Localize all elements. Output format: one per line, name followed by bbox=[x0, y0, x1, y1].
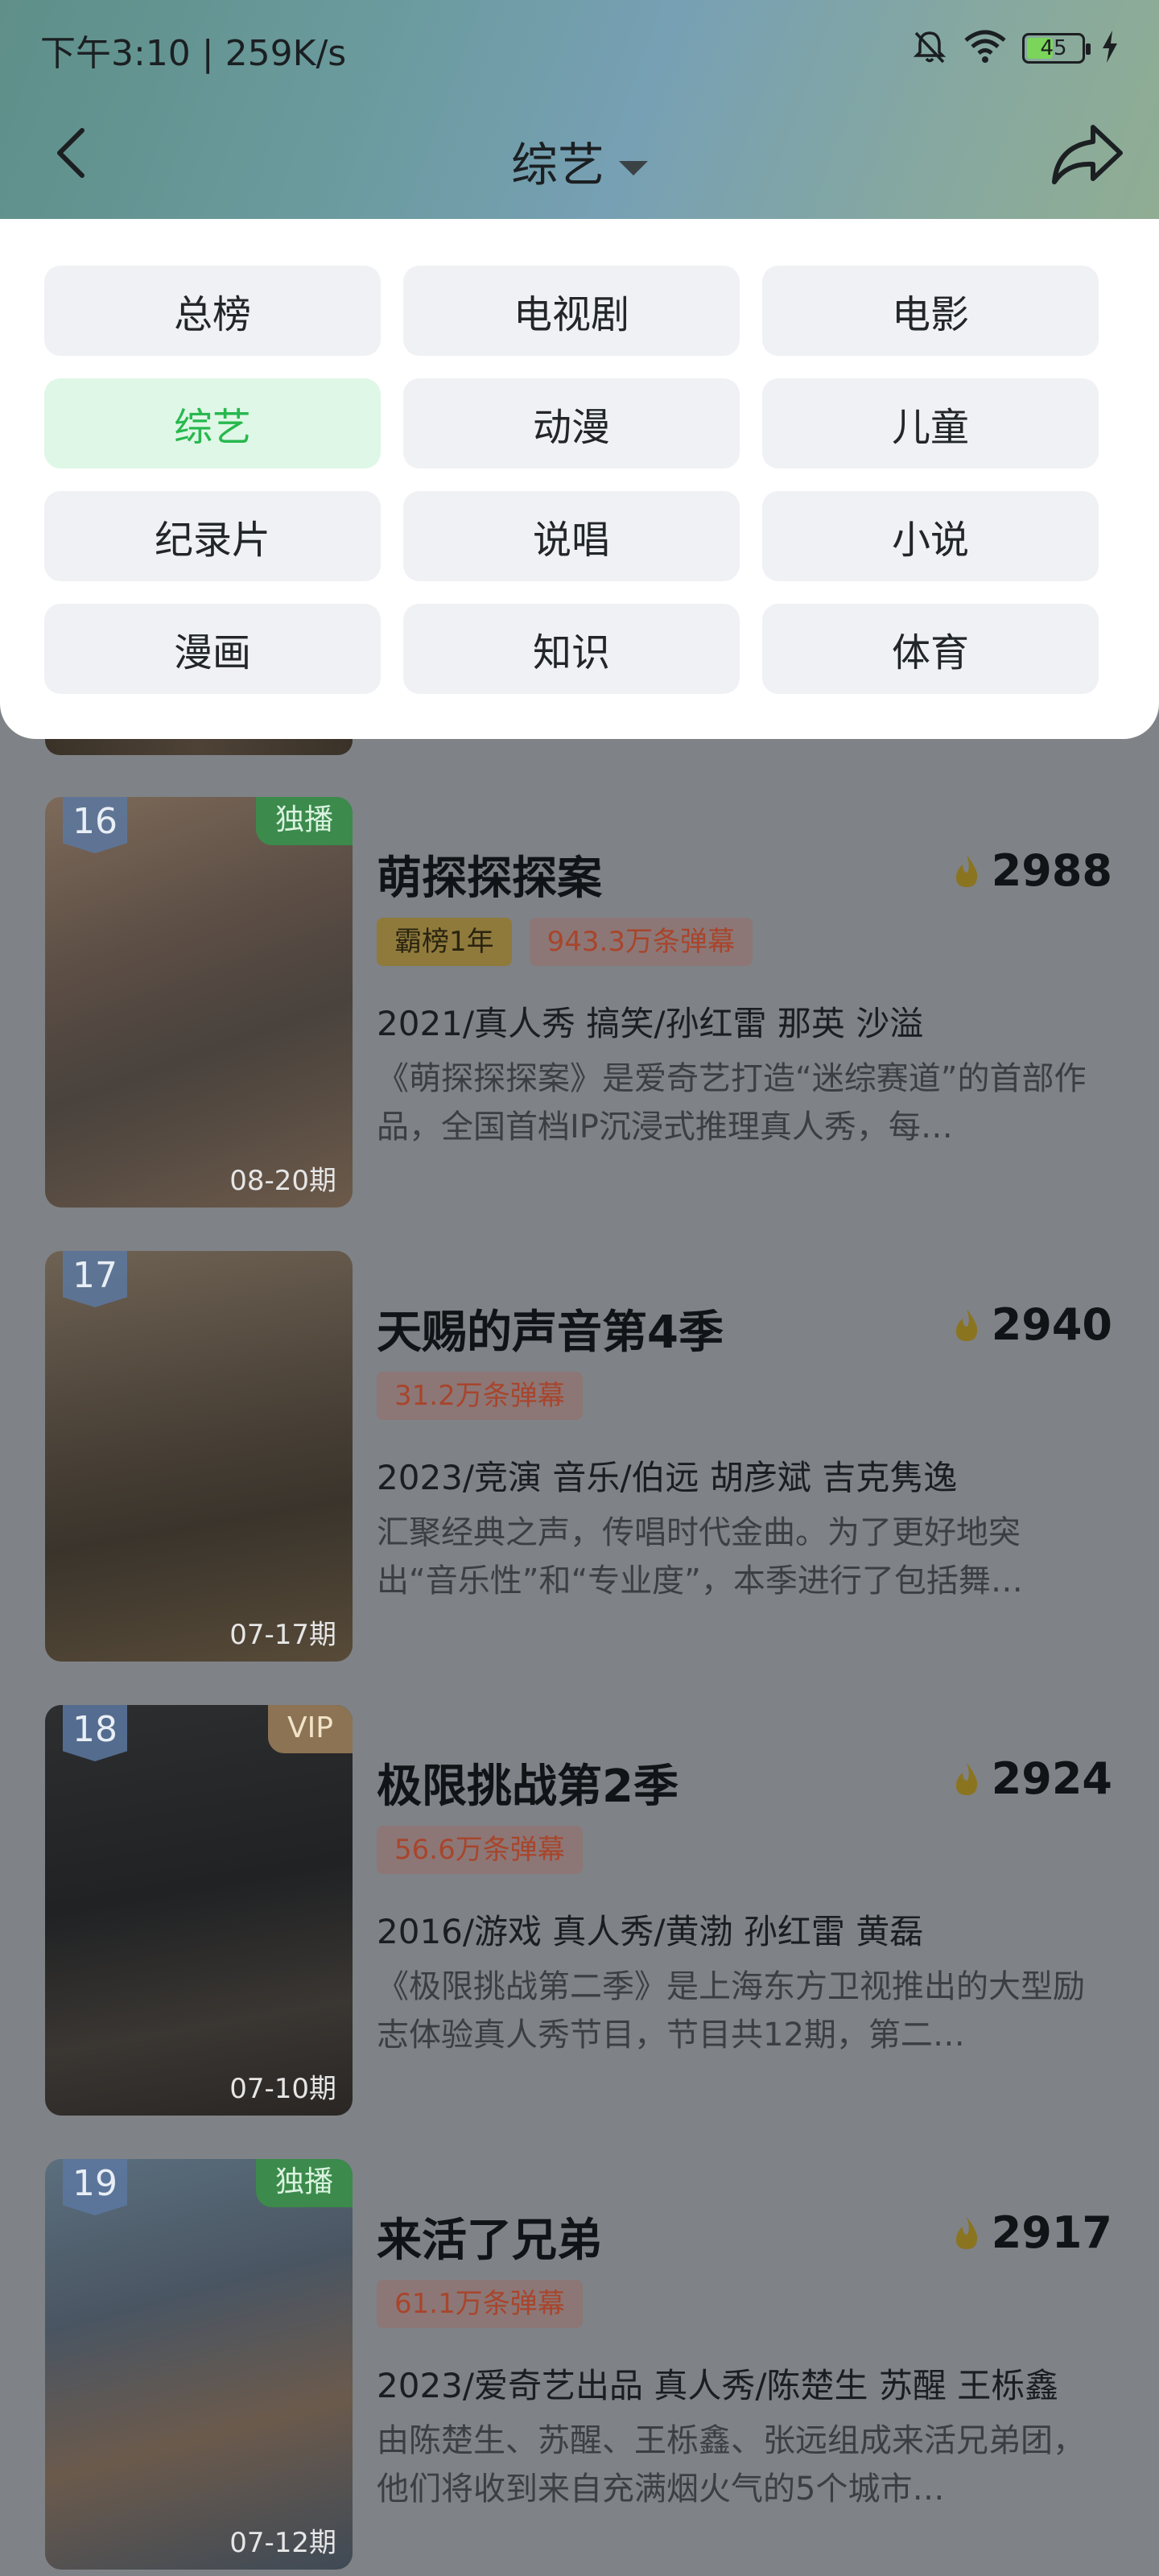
heat-score: 2988 bbox=[953, 845, 1112, 896]
category-button[interactable]: 总榜 bbox=[44, 266, 381, 356]
rank-badge: 19 bbox=[63, 2159, 127, 2215]
item-description: 《极限挑战第二季》是上海东方卫视推出的大型励志体验真人秀节目，节目共12期，第二… bbox=[377, 1968, 1085, 2054]
rank-badge: 17 bbox=[63, 1251, 127, 1307]
item-meta: 2023/爱奇艺出品 真人秀/陈楚生 苏醒 王栎鑫 bbox=[377, 2366, 1059, 2405]
category-dropdown-toggle[interactable]: 综艺 bbox=[0, 127, 1159, 195]
nav-bar: 综艺 bbox=[0, 113, 1159, 201]
item-description: 《萌探探探案》是爱奇艺打造“迷综赛道”的首部作品，全国首档IP沉浸式推理真人秀，… bbox=[377, 1060, 1087, 1146]
item-title: 极限挑战第2季 bbox=[377, 1761, 678, 1813]
poster-image: 19 独播 07-12期 bbox=[45, 2159, 353, 2570]
danmu-count-badge: 56.6万条弹幕 bbox=[377, 1826, 583, 1874]
list-item[interactable]: 18 VIP 07-10期 极限挑战第2季 2924 56.6万条弹幕 2016… bbox=[0, 1705, 1159, 2116]
danmu-count-badge: 61.1万条弹幕 bbox=[377, 2280, 583, 2328]
heat-score: 2917 bbox=[953, 2207, 1112, 2258]
status-time-speed: 下午3:10 | 259K/s bbox=[40, 33, 347, 74]
badge-row: 31.2万条弹幕 bbox=[377, 1372, 583, 1420]
category-button[interactable]: 说唱 bbox=[403, 491, 740, 581]
danmu-count-badge: 31.2万条弹幕 bbox=[377, 1372, 583, 1420]
flame-icon bbox=[955, 854, 977, 887]
item-meta: 2016/游戏 真人秀/黄渤 孙红雷 黄磊 bbox=[377, 1912, 924, 1951]
header: 下午3:10 | 259K/s 45 综艺 bbox=[0, 0, 1159, 219]
item-meta: 2021/真人秀 搞笑/孙红雷 那英 沙溢 bbox=[377, 1004, 924, 1043]
category-button[interactable]: 电影 bbox=[762, 266, 1099, 356]
flame-icon bbox=[955, 2216, 977, 2249]
charging-icon bbox=[1101, 31, 1119, 66]
top-chart-badge: 霸榜1年 bbox=[377, 918, 512, 966]
caret-down-icon bbox=[619, 160, 648, 175]
list-item[interactable]: 19 独播 07-12期 来活了兄弟 2917 61.1万条弹幕 2023/爱奇… bbox=[0, 2159, 1159, 2570]
mute-bell-icon bbox=[911, 28, 948, 68]
category-button[interactable]: 儿童 bbox=[762, 378, 1099, 469]
exclusive-tag: 独播 bbox=[255, 2159, 353, 2207]
item-title: 萌探探探案 bbox=[377, 852, 602, 905]
rank-badge: 18 bbox=[63, 1705, 127, 1761]
battery-icon: 45 bbox=[1022, 33, 1091, 64]
category-button[interactable]: 纪录片 bbox=[44, 491, 381, 581]
flame-icon bbox=[955, 1762, 977, 1795]
list-item[interactable]: 16 独播 08-20期 萌探探探案 2988 霸榜1年 943.3万条弹幕 2… bbox=[0, 797, 1159, 1208]
share-button[interactable] bbox=[1046, 118, 1127, 190]
badge-row: 56.6万条弹幕 bbox=[377, 1826, 583, 1874]
episode-range: 08-20期 bbox=[229, 1165, 336, 1197]
item-description: 汇聚经典之声，传唱时代金曲。为了更好地突出“音乐性”和“专业度”，本季进行了包括… bbox=[377, 1514, 1023, 1600]
status-icons: 45 bbox=[911, 27, 1119, 69]
category-button[interactable]: 漫画 bbox=[44, 604, 381, 694]
item-title: 来活了兄弟 bbox=[377, 2215, 602, 2267]
category-button[interactable]: 电视剧 bbox=[403, 266, 740, 356]
category-button[interactable]: 知识 bbox=[403, 604, 740, 694]
flame-icon bbox=[955, 1308, 977, 1341]
episode-range: 07-12期 bbox=[229, 2527, 336, 2559]
status-bar: 下午3:10 | 259K/s 45 bbox=[0, 0, 1159, 97]
battery-level: 45 bbox=[1040, 36, 1067, 60]
poster-image: 17 07-17期 bbox=[45, 1251, 353, 1662]
badge-row: 霸榜1年 943.3万条弹幕 bbox=[377, 918, 753, 966]
category-button-selected[interactable]: 综艺 bbox=[44, 378, 381, 469]
poster-image: 16 独播 08-20期 bbox=[45, 797, 353, 1208]
rank-badge: 16 bbox=[63, 797, 127, 853]
item-description: 由陈楚生、苏醒、王栎鑫、张远组成来活兄弟团，他们将收到来自充满烟火气的5个城市… bbox=[377, 2422, 1085, 2508]
list-item[interactable]: 17 07-17期 天赐的声音第4季 2940 31.2万条弹幕 2023/竞演… bbox=[0, 1251, 1159, 1662]
episode-range: 07-17期 bbox=[229, 1619, 336, 1651]
category-grid: 总榜 电视剧 电影 综艺 动漫 儿童 纪录片 说唱 小说 漫画 知识 体育 bbox=[44, 266, 1099, 694]
item-title: 天赐的声音第4季 bbox=[377, 1307, 724, 1359]
exclusive-tag: 独播 bbox=[255, 797, 353, 845]
item-meta: 2023/竞演 音乐/伯远 胡彦斌 吉克隽逸 bbox=[377, 1458, 958, 1497]
heat-score: 2924 bbox=[953, 1753, 1112, 1804]
badge-row: 61.1万条弹幕 bbox=[377, 2280, 583, 2328]
category-panel: 总榜 电视剧 电影 综艺 动漫 儿童 纪录片 说唱 小说 漫画 知识 体育 bbox=[0, 219, 1159, 739]
heat-score: 2940 bbox=[953, 1299, 1112, 1350]
category-button[interactable]: 动漫 bbox=[403, 378, 740, 469]
wifi-icon bbox=[964, 29, 1006, 68]
episode-range: 07-10期 bbox=[229, 2073, 336, 2105]
danmu-count-badge: 943.3万条弹幕 bbox=[529, 918, 753, 966]
category-button[interactable]: 体育 bbox=[762, 604, 1099, 694]
page-title: 综艺 bbox=[510, 138, 604, 192]
vip-tag: VIP bbox=[268, 1705, 353, 1753]
category-button[interactable]: 小说 bbox=[762, 491, 1099, 581]
poster-image: 18 VIP 07-10期 bbox=[45, 1705, 353, 2116]
